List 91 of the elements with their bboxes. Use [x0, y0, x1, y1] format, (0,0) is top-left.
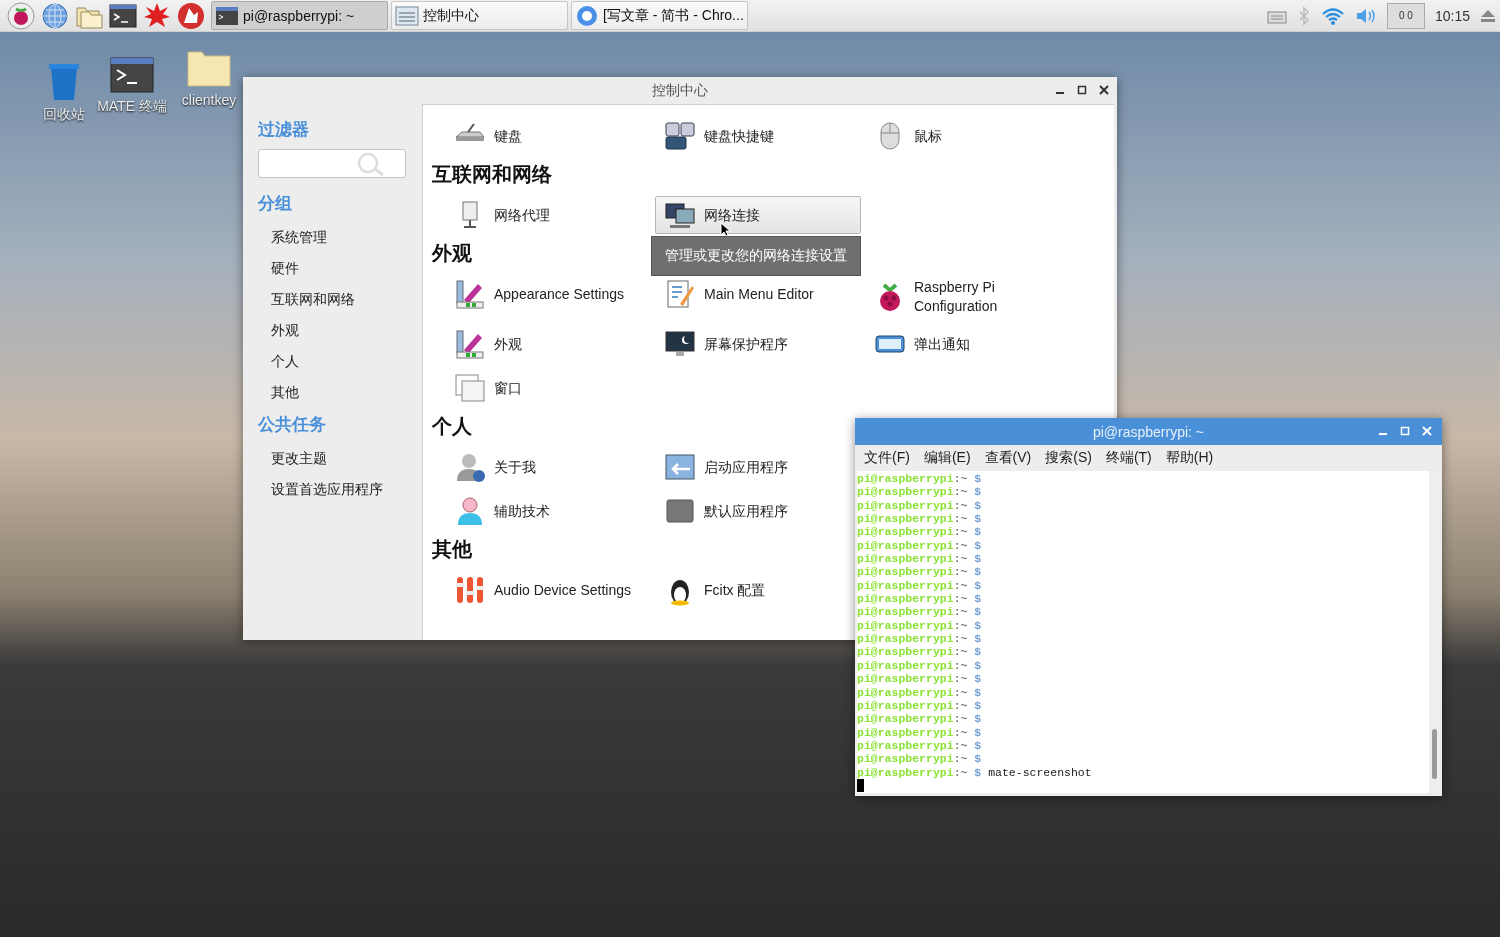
mouse-pointer-icon: [720, 222, 730, 237]
terminal-icon[interactable]: [109, 1, 137, 30]
control-panel-item[interactable]: 网络代理: [445, 196, 555, 234]
window-icon: [454, 372, 486, 404]
taskbar-button[interactable]: pi@raspberrypi: ~: [211, 1, 388, 30]
filter-field[interactable]: [258, 149, 406, 178]
mixer-icon: [454, 574, 486, 606]
sidebar-heading: 分组: [258, 193, 293, 215]
terminal-line: pi@raspberrypi:~ $: [857, 472, 983, 486]
section-heading: 个人: [432, 414, 472, 439]
task-link[interactable]: 设置首选应用程序: [258, 475, 422, 506]
terminal-line: pi@raspberrypi:~ $: [857, 512, 983, 526]
starburst-icon[interactable]: [143, 1, 171, 30]
terminal-line: pi@raspberrypi:~ $: [857, 525, 983, 539]
terminal-line: pi@raspberrypi:~ $: [857, 658, 983, 673]
group-link[interactable]: 外观: [258, 316, 422, 347]
terminal-line: pi@raspberrypi:~ $: [857, 698, 983, 713]
terminal-line: pi@raspberrypi:~ $: [857, 498, 983, 513]
control-panel-item[interactable]: 外观: [445, 325, 527, 363]
palette-icon: [454, 278, 486, 310]
section-heading: 外观: [432, 241, 472, 266]
globe-icon[interactable]: [41, 1, 69, 30]
terminal-line: pi@raspberrypi:~ $: [857, 578, 983, 593]
terminal-line: pi@raspberrypi:~ $: [857, 592, 983, 606]
terminal-line: pi@raspberrypi:~ $: [857, 565, 983, 579]
control-panel-item[interactable]: 辅助技术: [445, 492, 555, 530]
window-title: 控制中心: [652, 81, 708, 100]
wifi-icon[interactable]: [1320, 5, 1345, 26]
terminal-line: pi@raspberrypi:~ $: [857, 618, 983, 633]
terminal-line: pi@raspberrypi:~ $ mate-screenshot: [857, 765, 1093, 779]
control-panel-item[interactable]: 鼠标: [865, 117, 947, 155]
raspberry-icon[interactable]: [7, 1, 35, 30]
terminal-line: pi@raspberrypi:~ $: [857, 738, 983, 753]
terminal-line: pi@raspberrypi:~ $: [857, 605, 983, 619]
group-link[interactable]: 硬件: [258, 254, 422, 285]
control-panel-item[interactable]: 窗口: [445, 369, 527, 407]
eject-icon[interactable]: [1480, 7, 1496, 24]
palette-icon: [454, 328, 486, 360]
menu-item[interactable]: 搜索(S): [1038, 449, 1099, 467]
sidebar-heading: 公共任务: [258, 414, 327, 436]
control-panel-item[interactable]: Main Menu Editor: [655, 275, 819, 313]
text-cursor: [857, 778, 864, 792]
control-panel-item[interactable]: 网络连接: [655, 196, 861, 234]
control-panel-item[interactable]: 弹出通知: [865, 325, 975, 363]
control-panel-item[interactable]: 键盘: [445, 117, 527, 155]
group-link[interactable]: 系统管理: [258, 223, 422, 254]
cpu-monitor[interactable]: 0 0: [1386, 2, 1425, 29]
scrollbar[interactable]: [1429, 471, 1439, 793]
terminal-line: pi@raspberrypi:~ $: [857, 552, 983, 566]
group-link[interactable]: 其他: [258, 378, 422, 409]
task-link[interactable]: 更改主题: [258, 444, 422, 475]
keyboard-keys-icon: [664, 120, 696, 152]
terminal-line: pi@raspberrypi:~ $: [857, 725, 983, 739]
document-pencil-icon: [664, 278, 696, 310]
maximize-icon[interactable]: [1077, 85, 1087, 95]
bluetooth-icon[interactable]: [1296, 5, 1311, 26]
control-panel-item[interactable]: 键盘快捷键: [655, 117, 779, 155]
terminal-line: pi@raspberrypi:~ $: [857, 538, 983, 553]
circle-icon: [575, 3, 599, 28]
taskbar-button[interactable]: [写文章 - 简书 - Chro...: [571, 1, 748, 30]
control-panel-item[interactable]: 关于我: [445, 448, 541, 486]
terminal-line: pi@raspberrypi:~ $: [857, 685, 983, 699]
control-panel-item[interactable]: 启动应用程序: [655, 448, 793, 486]
control-panel-item[interactable]: Fcitx 配置: [655, 571, 771, 609]
menu-item[interactable]: 编辑(E): [916, 449, 978, 467]
group-link[interactable]: 个人: [258, 347, 422, 378]
terminal-line: pi@raspberrypi:~ $: [857, 485, 983, 499]
menu-item[interactable]: 帮助(H): [1158, 449, 1221, 467]
control-panel-item[interactable]: Audio Device Settings: [445, 571, 636, 609]
sidebar-heading: 过滤器: [258, 119, 310, 141]
control-panel-item[interactable]: Appearance Settings: [445, 275, 629, 313]
clock[interactable]: 10:15: [1434, 7, 1470, 24]
window-title: pi@raspberrypi: ~: [1092, 423, 1205, 440]
close-icon[interactable]: [1099, 85, 1109, 95]
terminal-line: pi@raspberrypi:~ $: [857, 752, 983, 766]
menu-item[interactable]: 查看(V): [977, 449, 1039, 467]
section-heading: 互联网和网络: [432, 162, 552, 187]
menu-item[interactable]: 终端(T): [1098, 449, 1159, 467]
terminal-line: pi@raspberrypi:~ $: [857, 672, 983, 686]
menu-item[interactable]: 文件(F): [857, 449, 917, 467]
control-panel-item[interactable]: Raspberry Pi Configuration: [865, 275, 1071, 319]
user-info-icon: [454, 451, 486, 483]
tooltip: 管理或更改您的网络连接设置: [651, 236, 861, 276]
taskbar-button[interactable]: 控制中心: [391, 1, 568, 30]
terminal-line: pi@raspberrypi:~ $: [857, 712, 983, 726]
terminal-line: pi@raspberrypi:~ $: [857, 632, 983, 646]
section-heading: 其他: [432, 537, 472, 562]
group-link[interactable]: 互联网和网络: [258, 285, 422, 316]
control-panel-item[interactable]: 默认应用程序: [655, 492, 793, 530]
terminal-line: pi@raspberrypi:~ $: [857, 645, 983, 659]
control-panel-item[interactable]: 屏幕保护程序: [655, 325, 793, 363]
